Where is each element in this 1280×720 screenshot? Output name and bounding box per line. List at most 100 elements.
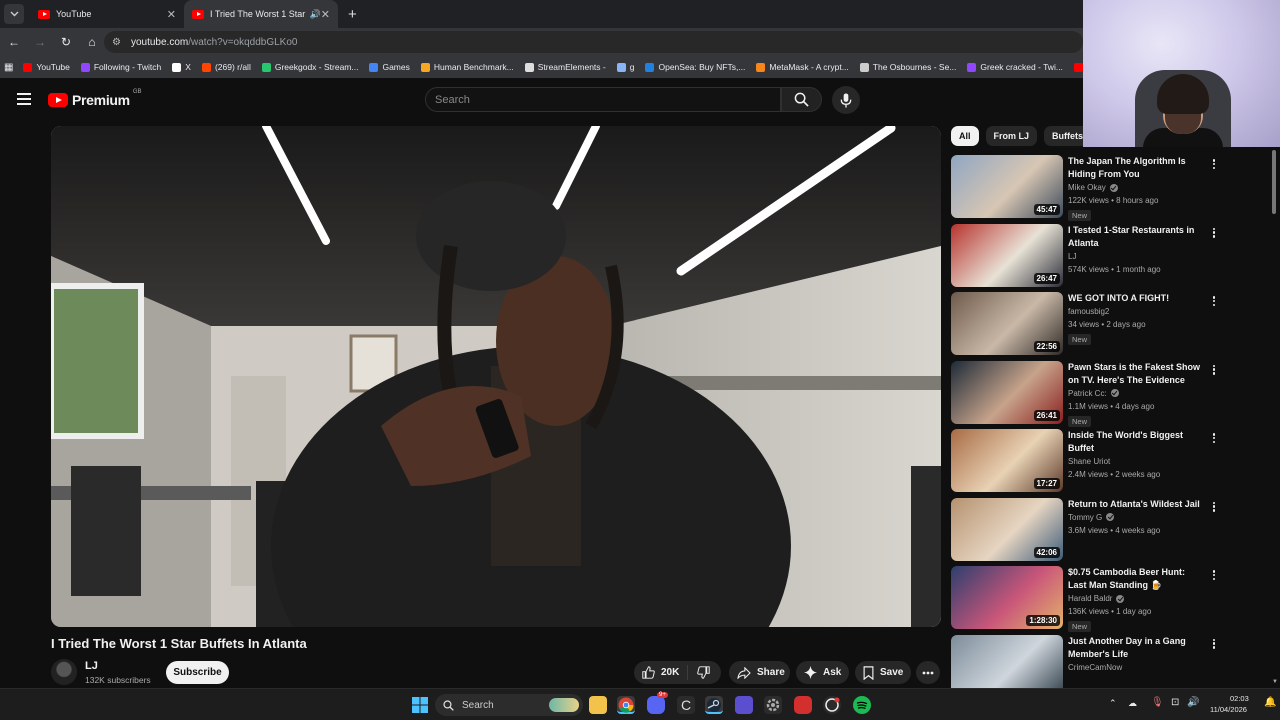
more-actions-button[interactable] [916,661,940,684]
bookmark-item[interactable]: (269) r/all [201,62,251,72]
clock-date[interactable]: 11/04/2026 [1210,705,1247,714]
tab-youtube[interactable]: YouTube ✕ [30,0,184,28]
voice-search-button[interactable] [832,86,860,114]
recommendation-item[interactable]: 17:27 Inside The World's Biggest Buffet Sha… [951,429,1271,493]
address-bar[interactable]: ⚙ youtube.com/watch?v=okqddbGLKo0 [104,31,1083,53]
tray-chevron-up-icon[interactable]: ⌃ [1109,698,1117,709]
recommendation-item[interactable]: 1:28:30 $0.75 Cambodia Beer Hunt: Last Man… [951,566,1271,632]
save-button[interactable]: Save [855,661,911,684]
video-thumbnail[interactable]: 45:47 [951,155,1063,218]
bookmark-item[interactable]: Following - Twitch [80,62,161,72]
bookmark-item[interactable]: The Osbournes - Se... [859,62,956,72]
recommendation-title[interactable]: $0.75 Cambodia Beer Hunt: Last Man Standi… [1068,566,1204,592]
windows-start-icon[interactable] [411,696,429,714]
more-vertical-icon[interactable] [1209,294,1219,308]
video-thumbnail[interactable]: 26:47 [951,223,1063,287]
recommendation-channel[interactable]: Tommy G [1068,513,1115,522]
video-thumbnail[interactable]: 26:41 [951,360,1063,424]
chrome-icon[interactable] [617,696,635,714]
recommendation-channel[interactable]: Mike Okay [1068,183,1118,192]
like-button[interactable]: 20K [634,665,688,680]
bookmark-item[interactable]: MetaMask - A crypt... [756,62,849,72]
recommendation-channel[interactable]: Patrick Cc: [1068,389,1119,398]
tab-close-icon[interactable]: ✕ [167,8,176,21]
recommendation-channel[interactable]: Harald Baldr [1068,594,1125,603]
bookmark-item[interactable]: Da [1073,62,1083,72]
youtube-logo[interactable]: Premium GB [48,89,141,108]
more-vertical-icon[interactable] [1209,637,1219,651]
recommendation-title[interactable]: Return to Atlanta's Wildest Jail [1068,498,1204,511]
more-vertical-icon[interactable] [1209,431,1219,445]
red-app-icon[interactable] [794,696,812,714]
app-grid-icon[interactable] [735,696,753,714]
recommendation-title[interactable]: Pawn Stars is the Fakest Show on TV. Here… [1068,361,1204,387]
more-vertical-icon[interactable] [1209,500,1219,514]
recommendation-title[interactable]: The Japan The Algorithm Is Hiding From Yo… [1068,155,1204,181]
recommendation-item[interactable]: 45:47 The Japan The Algorithm Is Hiding Fr… [951,155,1271,221]
discord-icon[interactable] [647,696,665,714]
video-player[interactable] [51,126,941,627]
chip-from-lj[interactable]: From LJ [985,126,1038,146]
recommendation-item[interactable]: 22:56 WE GOT INTO A FIGHT! famousbig2 34 vi… [951,292,1271,356]
bookmark-item[interactable]: Games [369,62,410,72]
forward-icon[interactable]: → [28,35,52,49]
settings-gear-icon[interactable] [764,696,782,714]
chatgpt-icon[interactable] [823,696,841,714]
dislike-button[interactable] [688,666,710,679]
channel-avatar[interactable] [51,659,77,685]
recommendation-channel[interactable]: LJ [1068,252,1076,261]
recommendation-title[interactable]: Just Another Day in a Gang Member's Life [1068,635,1204,661]
bookmark-item[interactable]: g [616,62,634,72]
new-tab-button[interactable]: + [348,6,357,23]
home-icon[interactable]: ⌂ [80,35,104,49]
channel-name[interactable]: LJ [85,660,98,672]
bookmark-item[interactable]: Greek cracked - Twi... [967,62,1063,72]
recommendation-item[interactable]: 26:47 I Tested 1-Star Restaurants in Atlan… [951,223,1271,288]
more-vertical-icon[interactable] [1209,157,1219,171]
apps-grid-icon[interactable]: ▦ [4,62,13,73]
video-thumbnail[interactable]: 22:56 [951,292,1063,355]
steam-icon[interactable] [705,696,723,714]
back-icon[interactable]: ← [2,35,26,49]
share-button[interactable]: Share [729,661,790,684]
bookmark-item[interactable]: Human Benchmark... [420,62,514,72]
bookmark-item[interactable]: OpenSea: Buy NFTs,... [645,62,745,72]
microphone-tray-icon[interactable]: 🎙 [1151,697,1164,708]
network-icon[interactable]: ⊡ [1171,697,1179,708]
site-info-icon[interactable]: ⚙ [112,37,121,48]
more-vertical-icon[interactable] [1209,226,1219,240]
more-vertical-icon[interactable] [1209,568,1219,582]
ask-button[interactable]: Ask [796,661,849,684]
more-vertical-icon[interactable] [1209,363,1219,377]
notification-bell-icon[interactable]: 🔔 [1264,697,1276,708]
recommendation-channel[interactable]: famousbig2 [1068,307,1109,316]
recommendation-title[interactable]: I Tested 1-Star Restaurants in Atlanta [1068,224,1204,250]
speaker-icon[interactable]: 🔊 [310,9,321,20]
recommendation-title[interactable]: Inside The World's Biggest Buffet [1068,429,1204,455]
recommendation-item[interactable]: 42:06 Return to Atlanta's Wildest Jail Tom… [951,497,1271,562]
bookmark-item[interactable]: Greekgodx - Stream... [261,62,358,72]
recommendation-item[interactable]: 26:41 Pawn Stars is the Fakest Show on TV.… [951,360,1271,427]
file-explorer-icon[interactable] [589,696,607,714]
menu-icon[interactable] [17,93,31,105]
bookmark-item[interactable]: X [172,62,191,72]
chip-all[interactable]: All [951,126,979,146]
taskbar-search[interactable]: Search [435,694,583,716]
bookmark-item[interactable]: StreamElements - [524,62,606,72]
video-thumbnail[interactable]: 42:06 [951,497,1063,561]
search-input[interactable]: Search [425,87,781,112]
recommendation-channel[interactable]: Shane Uriot [1068,457,1110,466]
onedrive-icon[interactable]: ☁ [1128,698,1137,709]
search-button[interactable] [781,87,822,112]
tab-close-icon[interactable]: ✕ [321,8,330,21]
video-thumbnail[interactable]: 1:28:30 [951,566,1063,629]
clock-time[interactable]: 02:03 [1230,694,1249,703]
scrollbar-thumb[interactable] [1272,150,1276,214]
recommendation-title[interactable]: WE GOT INTO A FIGHT! [1068,292,1204,305]
ccleaner-icon[interactable]: C [677,696,695,714]
subscribe-button[interactable]: Subscribe [166,661,229,684]
reload-icon[interactable]: ↻ [54,35,78,49]
spotify-icon[interactable] [853,696,871,714]
chip-buffets[interactable]: Buffets [1044,126,1083,146]
sidebar-scrollbar[interactable] [1271,146,1277,686]
